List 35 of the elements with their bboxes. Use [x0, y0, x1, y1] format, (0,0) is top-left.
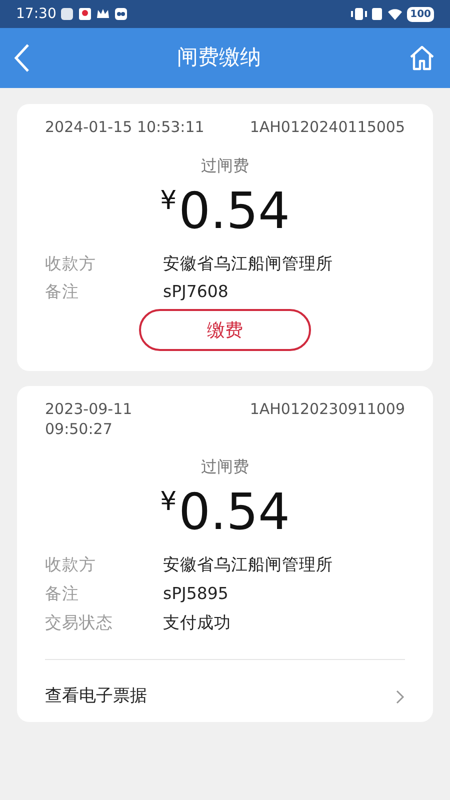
crown-icon	[96, 7, 110, 21]
fee-type: 过闸费	[201, 457, 249, 476]
detail-value: 安徽省乌江船闸管理所	[163, 252, 333, 274]
detail-value: sPJ7608	[163, 281, 228, 304]
order-number: 1AH0120240115005	[250, 118, 405, 138]
home-icon	[408, 44, 436, 72]
battery-indicator: 100	[407, 6, 434, 22]
receipt-link-text: 查看电子票据	[45, 685, 147, 708]
page-title: 闸费缴纳	[177, 44, 261, 72]
receipt-link[interactable]: 查看电子票据	[45, 660, 405, 710]
app-icon	[60, 7, 74, 21]
time-text: 17:30	[16, 4, 56, 24]
order-number: 1AH0120230911009	[250, 400, 405, 420]
detail-label: 备注	[45, 281, 80, 304]
home-button[interactable]	[408, 44, 436, 72]
back-button[interactable]	[14, 43, 30, 73]
detail-value: 支付成功	[163, 612, 231, 634]
detail-label: 交易状态	[45, 612, 114, 634]
date-time: 2024-01-15 10:53:11	[45, 118, 204, 138]
app-icon	[114, 7, 128, 21]
sim-icon	[371, 7, 384, 21]
pay-button[interactable]: 缴费	[139, 309, 311, 351]
back-icon	[14, 43, 30, 73]
detail-label: 备注	[45, 582, 80, 605]
chevron-icon	[395, 689, 405, 705]
detail-label: 收款方	[45, 252, 97, 274]
detail-label: 收款方	[45, 554, 97, 576]
detail-value: sPJ5895	[163, 582, 228, 605]
fee-type: 过闸费	[201, 156, 249, 174]
wifi-icon	[387, 7, 404, 21]
date-time: 2023-09-11 09:50:27	[45, 400, 132, 439]
detail-value: 安徽省乌江船闸管理所	[163, 554, 333, 576]
amount-text: ¥0.54	[160, 483, 290, 541]
amount-text: ¥0.54	[160, 182, 290, 240]
vibrate-icon	[351, 7, 368, 21]
